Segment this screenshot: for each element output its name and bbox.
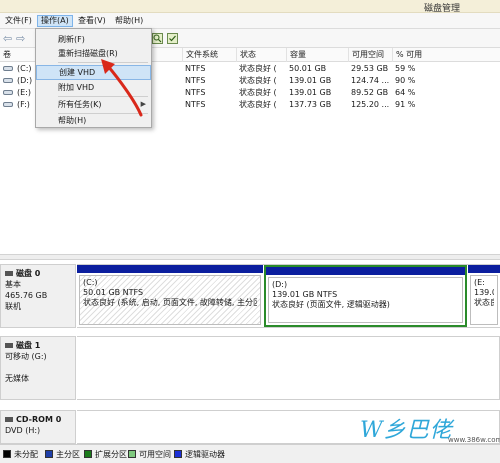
partition-size: 50.01 GB NTFS — [83, 288, 144, 297]
disk-state: 无媒体 — [5, 374, 29, 383]
partition-c[interactable]: (C:) 50.01 GB NTFS 状态良好 (系统, 启动, 页面文件, 故… — [77, 265, 263, 327]
annotation-arrow-icon — [101, 59, 143, 117]
disk-type: 可移动 (G:) — [5, 352, 47, 361]
column-volume[interactable]: 卷 — [0, 48, 35, 62]
volume-free: 29.53 GB — [351, 64, 389, 73]
disk-size — [5, 362, 71, 373]
volume-name: (F:) — [17, 100, 30, 109]
volume-filesystem: NTFS — [185, 88, 206, 97]
disk-type: DVD (H:) — [5, 426, 41, 435]
legend-bar: 未分配 主分区 扩展分区 可用空间 逻辑驱动器 — [0, 444, 500, 463]
drive-icon — [3, 102, 13, 107]
volume-free: 124.74 ... — [351, 76, 390, 85]
partition-d[interactable]: (D:) 139.01 GB NTFS 状态良好 (页面文件, 逻辑驱动器) — [264, 265, 467, 327]
legend-swatch — [45, 450, 53, 458]
disk-0-partitions: (C:) 50.01 GB NTFS 状态良好 (系统, 启动, 页面文件, 故… — [77, 264, 500, 328]
column-free-space[interactable]: 可用空间 — [348, 48, 392, 62]
partition-label: (E: — [474, 278, 485, 287]
magnifier-icon — [153, 34, 162, 43]
help-icon[interactable] — [167, 33, 178, 44]
drive-icon — [3, 90, 13, 95]
disk-icon — [5, 271, 13, 276]
watermark: W乡巴佬 www.386w.com — [340, 408, 500, 448]
partition-status: 状态良好 (系统, 启动, 页面文件, 故障转储, 主分区) — [83, 298, 257, 307]
watermark-url: www.386w.com — [448, 436, 500, 444]
legend-unallocated: 未分配 — [3, 450, 38, 460]
partition-bar — [468, 265, 500, 273]
volume-percent-free: 59 % — [395, 64, 416, 73]
legend-primary: 主分区 — [45, 450, 80, 460]
partition-size: 139.01 GB NTFS — [272, 290, 338, 299]
volume-filesystem: NTFS — [185, 64, 206, 73]
menu-help[interactable]: 帮助(H) — [112, 15, 146, 27]
back-arrow-icon[interactable]: ⇦ — [3, 32, 12, 45]
volume-status: 状态良好 ( — [239, 64, 277, 73]
disk-state: 联机 — [5, 302, 21, 311]
partition-body: (D:) 139.01 GB NTFS 状态良好 (页面文件, 逻辑驱动器) — [268, 277, 463, 323]
disk-1-label[interactable]: 磁盘 1 可移动 (G:) 无媒体 — [0, 336, 76, 400]
partition-label: (C:) — [83, 278, 98, 287]
drive-icon — [3, 66, 13, 71]
volume-name: (D:) — [17, 76, 33, 85]
partition-bar — [266, 267, 465, 275]
properties-icon[interactable] — [152, 33, 163, 44]
volume-status: 状态良好 ( — [239, 76, 277, 85]
column-filesystem[interactable]: 文件系统 — [182, 48, 236, 62]
volume-capacity: 139.01 GB — [289, 88, 332, 97]
volume-filesystem: NTFS — [185, 76, 206, 85]
legend-extended: 扩展分区 — [84, 450, 127, 460]
cdrom-0-label[interactable]: CD-ROM 0 DVD (H:) — [0, 410, 76, 444]
legend-swatch — [128, 450, 136, 458]
volume-filesystem: NTFS — [185, 100, 206, 109]
volume-free: 125.20 ... — [351, 100, 390, 109]
volume-free: 89.52 GB — [351, 88, 389, 97]
menu-action[interactable]: 操作(A) — [37, 15, 73, 27]
title-bar: 磁盘管理 — [0, 0, 500, 14]
disk-icon — [5, 343, 13, 348]
partition-e[interactable]: (E: 139.01 状态良 — [468, 265, 500, 327]
drive-icon — [3, 78, 13, 83]
menu-view[interactable]: 查看(V) — [75, 15, 109, 27]
disk-0-label[interactable]: 磁盘 0 基本 465.76 GB 联机 — [0, 264, 76, 328]
watermark-text: W乡巴佬 — [360, 418, 453, 443]
partition-size: 139.01 — [474, 288, 494, 297]
forward-arrow-icon[interactable]: ⇨ — [16, 32, 25, 45]
volume-status: 状态良好 ( — [239, 100, 277, 109]
legend-swatch — [3, 450, 11, 458]
legend-logical-drive: 逻辑驱动器 — [174, 450, 225, 460]
menu-file[interactable]: 文件(F) — [2, 15, 35, 27]
column-percent-free[interactable]: % 可用 — [392, 48, 500, 62]
disk-name: 磁盘 0 — [16, 269, 41, 278]
column-status[interactable]: 状态 — [236, 48, 286, 62]
volume-status: 状态良好 ( — [239, 88, 277, 97]
partition-status: 状态良 — [474, 298, 494, 307]
partition-body: (E: 139.01 状态良 — [470, 275, 498, 325]
disk-type: 基本 — [5, 280, 21, 289]
check-icon — [169, 35, 176, 42]
column-capacity[interactable]: 容量 — [286, 48, 348, 62]
disk-size: 465.76 GB — [5, 291, 48, 300]
menu-bar: 文件(F) 操作(A) 查看(V) 帮助(H) — [0, 13, 500, 29]
volume-percent-free: 90 % — [395, 76, 416, 85]
menu-item-refresh[interactable]: 刷新(F) — [36, 32, 151, 47]
legend-free-space: 可用空间 — [128, 450, 171, 460]
volume-percent-free: 64 % — [395, 88, 416, 97]
partition-bar — [77, 265, 263, 273]
volume-name: (E:) — [17, 88, 31, 97]
legend-swatch — [84, 450, 92, 458]
volume-name: (C:) — [17, 64, 32, 73]
volume-capacity: 50.01 GB — [289, 64, 327, 73]
disk-1-partitions — [77, 336, 500, 400]
volume-capacity: 137.73 GB — [289, 100, 332, 109]
disk-name: 磁盘 1 — [16, 341, 41, 350]
volume-percent-free: 91 % — [395, 100, 416, 109]
partition-body: (C:) 50.01 GB NTFS 状态良好 (系统, 启动, 页面文件, 故… — [79, 275, 261, 325]
cdrom-icon — [5, 417, 13, 422]
disk-name: CD-ROM 0 — [16, 415, 62, 424]
partition-status: 状态良好 (页面文件, 逻辑驱动器) — [272, 300, 390, 309]
volume-capacity: 139.01 GB — [289, 76, 332, 85]
partition-label: (D:) — [272, 280, 288, 289]
legend-swatch — [174, 450, 182, 458]
